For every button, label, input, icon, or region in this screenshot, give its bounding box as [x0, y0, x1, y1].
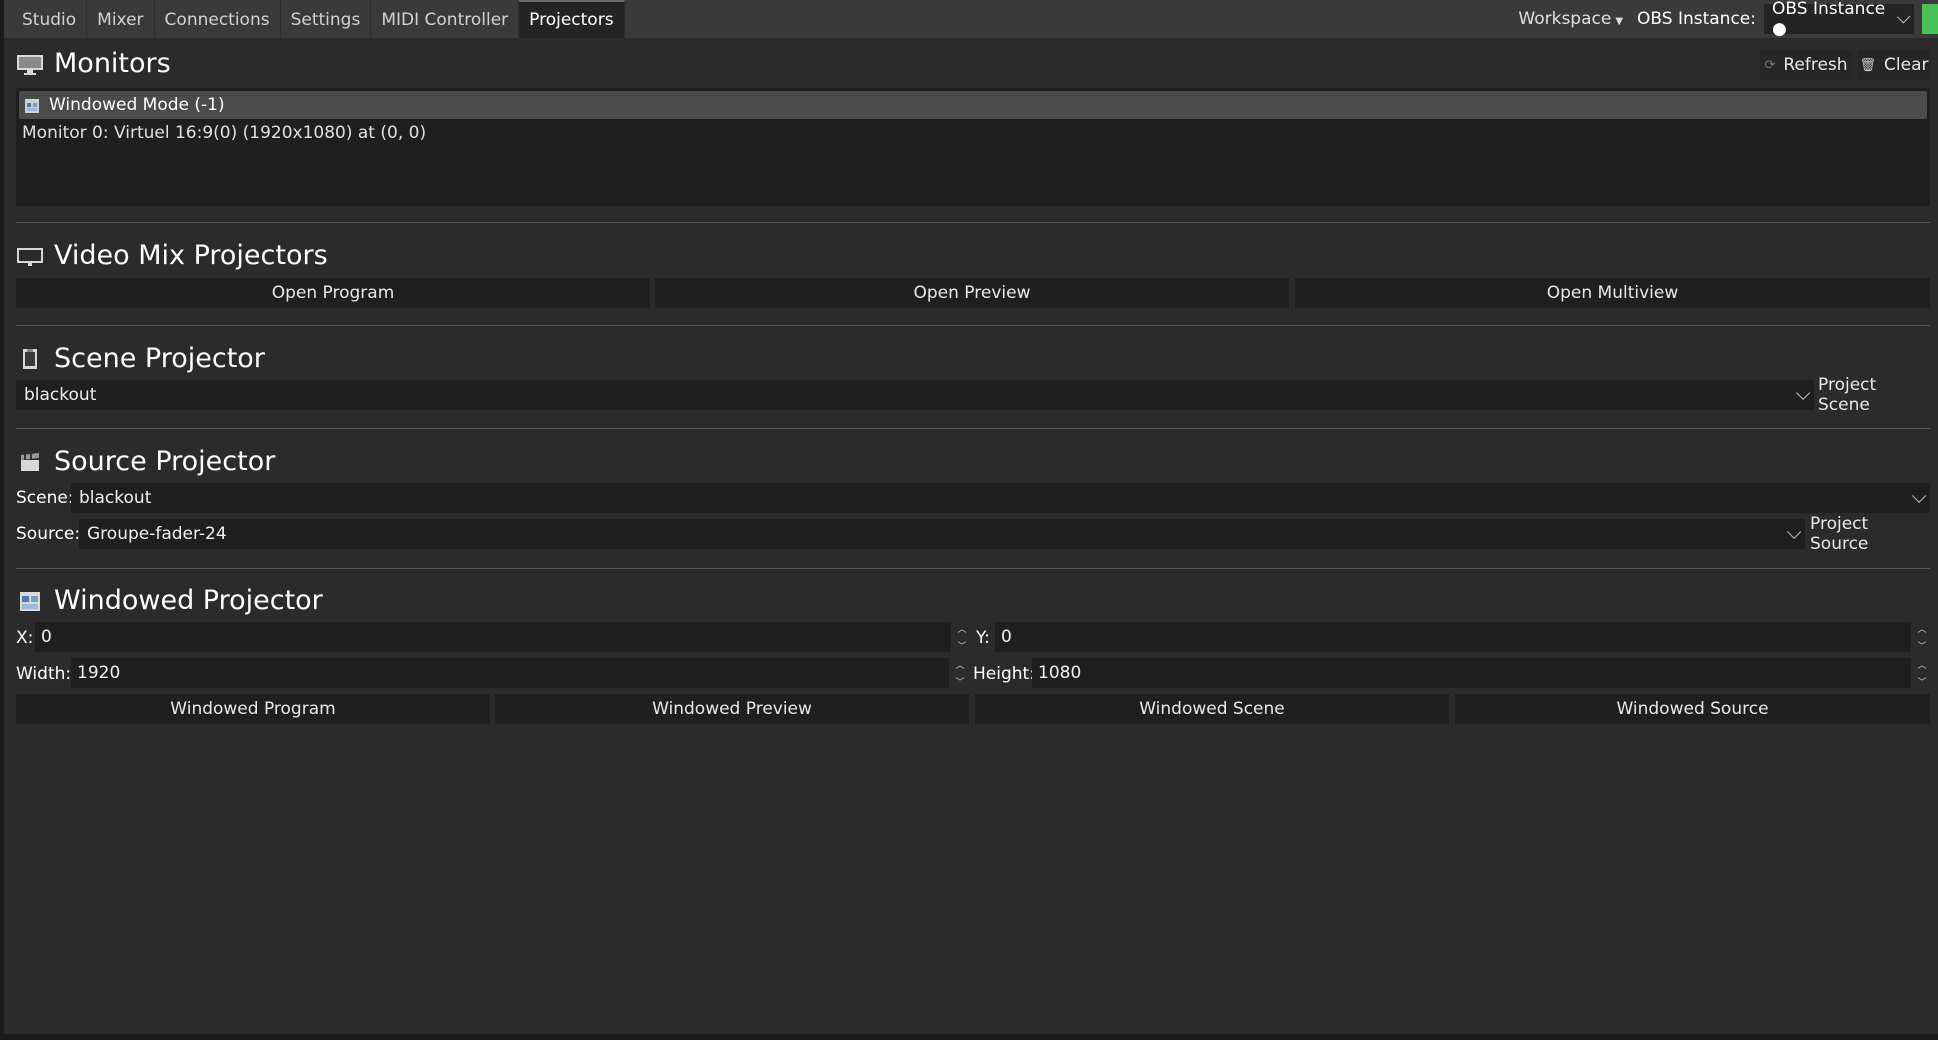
divider [16, 222, 1930, 223]
refresh-button[interactable]: ⟳ Refresh [1760, 50, 1852, 80]
width-input[interactable]: 1920 [71, 658, 949, 688]
video-mix-title: Video Mix Projectors [54, 240, 328, 271]
windowed-mode-icon [25, 98, 39, 113]
y-label: Y: [976, 628, 990, 648]
source-projector-header: Source Projector [16, 446, 275, 477]
display-icon [16, 244, 44, 268]
clear-button[interactable]: 🗑 Clear [1858, 50, 1930, 80]
tab-bar: Studio Mixer Connections Settings MIDI C… [4, 0, 1938, 39]
windowed-preview-button[interactable]: Windowed Preview [495, 694, 969, 724]
refresh-label: Refresh [1783, 55, 1848, 75]
tab-list: Studio Mixer Connections Settings MIDI C… [4, 0, 625, 38]
y-input[interactable]: 0 [995, 622, 1911, 652]
monitor-item-label: Windowed Mode (-1) [49, 95, 225, 115]
clapperboard-icon [16, 450, 44, 474]
scene-select-value: blackout [24, 385, 97, 405]
clear-label: Clear [1884, 55, 1929, 75]
divider [16, 568, 1930, 569]
workspace-menu-button[interactable]: Workspace ▼ [1512, 9, 1629, 29]
monitors-title: Monitors [54, 48, 171, 79]
scene-select[interactable]: blackout [16, 380, 1814, 410]
monitor-item-monitor-0[interactable]: Monitor 0: Virtuel 16:9(0) (1920x1080) a… [16, 119, 1930, 147]
y-stepper[interactable]: ︿ ﹀ [1916, 622, 1928, 652]
source-scene-select[interactable]: blackout [71, 483, 1930, 513]
source-select-value: Groupe-fader-24 [87, 524, 227, 544]
windowed-projector-title: Windowed Projector [54, 585, 323, 616]
stepper-down-icon: ﹀ [1917, 678, 1927, 688]
monitors-header: Monitors [16, 48, 171, 79]
height-label: Height: [973, 664, 1035, 684]
stepper-up-icon: ︿ [1917, 625, 1927, 635]
source-label: Source: [16, 524, 81, 544]
x-input[interactable]: 0 [35, 622, 951, 652]
video-mix-header: Video Mix Projectors [16, 240, 328, 271]
open-preview-button[interactable]: Open Preview [655, 278, 1289, 308]
tab-projectors[interactable]: Projectors [519, 0, 625, 38]
stepper-down-icon: ﹀ [957, 642, 967, 652]
height-stepper[interactable]: ︿ ﹀ [1916, 658, 1928, 688]
windowed-program-button[interactable]: Windowed Program [16, 694, 490, 724]
width-stepper[interactable]: ︿ ﹀ [954, 658, 966, 688]
trash-icon: 🗑 [1859, 57, 1877, 73]
open-program-button[interactable]: Open Program [16, 278, 650, 308]
open-multiview-button[interactable]: Open Multiview [1295, 278, 1930, 308]
stepper-up-icon: ︿ [957, 625, 967, 635]
stepper-down-icon: ﹀ [955, 678, 965, 688]
source-select[interactable]: Groupe-fader-24 [79, 519, 1805, 549]
workspace-label: Workspace [1518, 9, 1612, 29]
monitor-icon [16, 52, 44, 76]
windowed-projector-header: Windowed Projector [16, 585, 323, 616]
caret-down-icon: ▼ [1615, 16, 1624, 27]
windowed-source-button[interactable]: Windowed Source [1455, 694, 1930, 724]
windowed-scene-button[interactable]: Windowed Scene [975, 694, 1449, 724]
monitor-item-label: Monitor 0: Virtuel 16:9(0) (1920x1080) a… [22, 123, 427, 143]
stepper-down-icon: ﹀ [1917, 642, 1927, 652]
divider [16, 428, 1930, 429]
tab-studio[interactable]: Studio [12, 0, 88, 38]
x-label: X: [16, 628, 34, 648]
scene-projector-header: Scene Projector [16, 343, 265, 374]
obs-instance-select[interactable]: OBS Instance ● [1764, 0, 1914, 39]
divider [16, 325, 1930, 326]
tab-mixer[interactable]: Mixer [87, 0, 155, 38]
chevron-down-icon [1896, 10, 1911, 24]
project-source-button[interactable]: Project Source [1810, 514, 1930, 554]
obs-instance-value: OBS Instance ● [1772, 0, 1886, 39]
chevron-down-icon [1796, 385, 1811, 400]
scene-projector-title: Scene Projector [54, 343, 265, 374]
chevron-down-icon [1787, 524, 1802, 539]
source-projector-title: Source Projector [54, 446, 276, 477]
scene-icon [16, 347, 44, 371]
height-input[interactable]: 1080 [1032, 658, 1911, 688]
obs-instance-label: OBS Instance: [1637, 9, 1756, 29]
connection-status-indicator [1922, 4, 1938, 34]
tab-connections[interactable]: Connections [155, 0, 281, 38]
window-icon [16, 589, 44, 613]
monitor-item-windowed-mode[interactable]: Windowed Mode (-1) [19, 91, 1927, 119]
source-scene-label: Scene: [16, 488, 74, 508]
tab-midi-controller[interactable]: MIDI Controller [371, 0, 520, 38]
project-scene-button[interactable]: Project Scene [1818, 375, 1930, 415]
chevron-down-icon [1912, 488, 1927, 503]
refresh-icon: ⟳ [1764, 57, 1776, 73]
tab-settings[interactable]: Settings [281, 0, 372, 38]
source-scene-value: blackout [79, 488, 152, 508]
monitor-list: Windowed Mode (-1) Monitor 0: Virtuel 16… [16, 88, 1930, 206]
topbar-controls: Workspace ▼ OBS Instance: OBS Instance ● [1512, 0, 1938, 39]
stepper-up-icon: ︿ [955, 661, 965, 671]
stepper-up-icon: ︿ [1917, 661, 1927, 671]
x-stepper[interactable]: ︿ ﹀ [956, 622, 968, 652]
width-label: Width: [16, 664, 72, 684]
